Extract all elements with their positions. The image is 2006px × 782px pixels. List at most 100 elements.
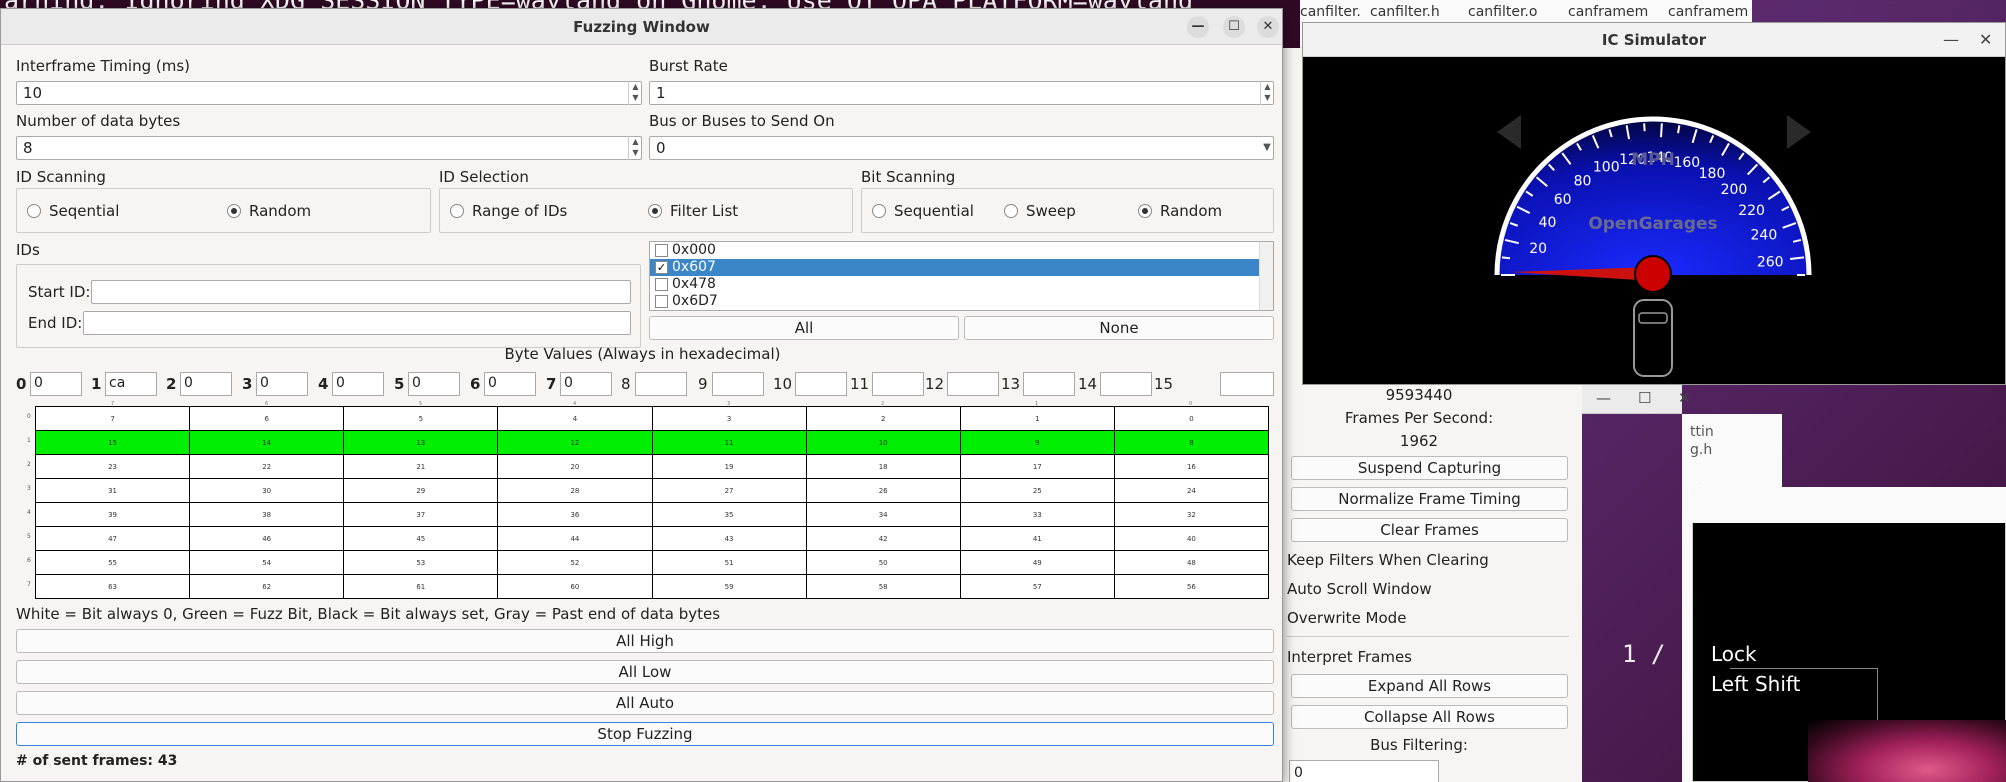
bit-cell[interactable]: 28 (497, 478, 653, 503)
burst-rate-spinner[interactable]: ▲ ▼ (1260, 81, 1274, 105)
bit-cell[interactable]: 8 (1113, 430, 1270, 455)
byte-value-input[interactable]: 0 (560, 372, 612, 396)
byte-value-input[interactable] (1023, 372, 1075, 396)
bit-cell[interactable]: 45 (343, 526, 499, 551)
collapse-all-rows-button[interactable]: Collapse All Rows (1291, 705, 1568, 729)
bit-cell[interactable]: 56 (1113, 574, 1270, 599)
bit-cell[interactable]: 16 (1113, 454, 1270, 479)
select-no-ids-button[interactable]: None (964, 316, 1274, 340)
bus-filter-input[interactable]: 0 (1289, 760, 1439, 782)
bit-cell[interactable]: 44 (497, 526, 653, 551)
bit-cell[interactable]: 31 (34, 478, 191, 503)
bit-cell[interactable]: 27 (651, 478, 807, 503)
close-icon[interactable]: ✕ (1257, 16, 1279, 38)
maximize-icon[interactable]: ☐ (1638, 389, 1651, 407)
chevron-down-icon[interactable]: ▼ (1260, 136, 1274, 160)
bit-cell[interactable]: 46 (189, 526, 345, 551)
byte-value-input[interactable] (947, 372, 999, 396)
bit-cell[interactable]: 10 (805, 430, 961, 455)
checkbox[interactable] (655, 244, 668, 257)
select-all-ids-button[interactable]: All (649, 316, 959, 340)
bit-cell[interactable]: 29 (343, 478, 499, 503)
expand-all-rows-button[interactable]: Expand All Rows (1291, 674, 1568, 698)
byte-value-input[interactable]: ca (105, 372, 157, 396)
byte-value-input[interactable] (1100, 372, 1152, 396)
bit-cell[interactable]: 22 (189, 454, 345, 479)
id-filter-list[interactable]: 0x000 ✓ 0x607 0x478 0x6D7 (649, 241, 1274, 311)
byte-value-input[interactable]: 0 (180, 372, 232, 396)
interframe-spinner[interactable]: ▲ ▼ (628, 81, 642, 105)
bit-cell[interactable]: 5 (343, 406, 499, 431)
list-item[interactable]: 0x6D7 (650, 293, 1260, 310)
close-icon[interactable]: ✕ (1979, 23, 1992, 57)
file-item[interactable]: canfilter.h (1370, 4, 1440, 20)
bit-cell[interactable]: 19 (651, 454, 807, 479)
data-bytes-input[interactable]: 8 (16, 136, 642, 160)
bit-cell[interactable]: 61 (343, 574, 499, 599)
bit-cell[interactable]: 55 (34, 550, 191, 575)
all-high-button[interactable]: All High (16, 629, 1274, 653)
close-icon[interactable]: ✕ (1678, 389, 1691, 407)
bit-cell[interactable]: 2 (805, 406, 961, 431)
start-id-input[interactable] (91, 280, 631, 304)
bit-cell[interactable]: 25 (959, 478, 1115, 503)
bit-cell[interactable]: 40 (1113, 526, 1270, 551)
bus-select[interactable]: 0 (649, 136, 1274, 160)
interpret-frames-checkbox[interactable]: Interpret Frames (1287, 648, 1412, 666)
bit-cell[interactable]: 37 (343, 502, 499, 527)
burst-rate-input[interactable]: 1 (649, 81, 1274, 105)
auto-scroll-checkbox[interactable]: Auto Scroll Window (1287, 580, 1432, 598)
byte-value-input[interactable]: 0 (30, 372, 82, 396)
list-scrollbar[interactable] (1259, 242, 1273, 310)
checkbox[interactable]: ✓ (655, 261, 668, 274)
interframe-timing-input[interactable]: 10 (16, 81, 642, 105)
bit-cell[interactable]: 17 (959, 454, 1115, 479)
suspend-capturing-button[interactable]: Suspend Capturing (1291, 456, 1568, 480)
bit-grid[interactable]: 7 6 5 4 3 2 1 0 15 14 13 12 11 10 9 8 23 22 21 20 19 18 17 16 31… (34, 406, 1270, 599)
list-item[interactable]: ✓ 0x607 (650, 259, 1260, 276)
bit-cell[interactable]: 4 (497, 406, 653, 431)
bit-cell[interactable]: 39 (34, 502, 191, 527)
bit-cell[interactable]: 43 (651, 526, 807, 551)
bit-cell[interactable]: 12 (497, 430, 653, 455)
byte-value-input[interactable]: 0 (332, 372, 384, 396)
bit-cell[interactable]: 26 (805, 478, 961, 503)
bit-cell[interactable]: 33 (959, 502, 1115, 527)
bit-scan-sweep-radio[interactable]: Sweep (1004, 202, 1076, 220)
bit-cell[interactable]: 54 (189, 550, 345, 575)
list-item[interactable]: 0x478 (650, 276, 1260, 293)
all-low-button[interactable]: All Low (16, 660, 1274, 684)
bit-scan-random-radio[interactable]: Random (1138, 202, 1222, 220)
bit-cell[interactable]: 34 (805, 502, 961, 527)
bit-cell[interactable]: 36 (497, 502, 653, 527)
bit-cell[interactable]: 53 (343, 550, 499, 575)
data-bytes-spinner[interactable]: ▲ ▼ (628, 136, 642, 160)
normalize-frame-timing-button[interactable]: Normalize Frame Timing (1291, 487, 1568, 511)
bit-cell[interactable]: 24 (1113, 478, 1270, 503)
bit-cell[interactable]: 38 (189, 502, 345, 527)
bit-cell[interactable]: 60 (497, 574, 653, 599)
bit-cell[interactable]: 23 (34, 454, 191, 479)
bit-cell[interactable]: 1 (959, 406, 1115, 431)
minimize-icon[interactable]: — (1187, 16, 1209, 38)
minimize-icon[interactable]: — (1943, 23, 1959, 57)
bit-cell[interactable]: 11 (651, 430, 807, 455)
bit-cell[interactable]: 7 (34, 406, 191, 431)
byte-value-input[interactable]: 0 (256, 372, 308, 396)
keep-filters-checkbox[interactable]: Keep Filters When Clearing (1287, 551, 1489, 569)
file-item[interactable]: canfilter.o (1468, 4, 1537, 20)
bit-cell[interactable]: 21 (343, 454, 499, 479)
minimize-icon[interactable]: — (1596, 389, 1611, 407)
byte-value-input[interactable]: 0 (484, 372, 536, 396)
bit-cell[interactable]: 0 (1113, 406, 1270, 431)
bit-scan-sequential-radio[interactable]: Sequential (872, 202, 974, 220)
byte-value-input[interactable] (1220, 372, 1274, 396)
checkbox[interactable] (655, 295, 668, 308)
file-item[interactable]: canframem (1568, 4, 1648, 20)
end-id-input[interactable] (83, 311, 631, 335)
bit-cell[interactable]: 6 (189, 406, 345, 431)
file-item[interactable]: canframem (1668, 4, 1748, 20)
bit-cell[interactable]: 13 (343, 430, 499, 455)
bit-cell[interactable]: 52 (497, 550, 653, 575)
bit-cell[interactable]: 62 (189, 574, 345, 599)
